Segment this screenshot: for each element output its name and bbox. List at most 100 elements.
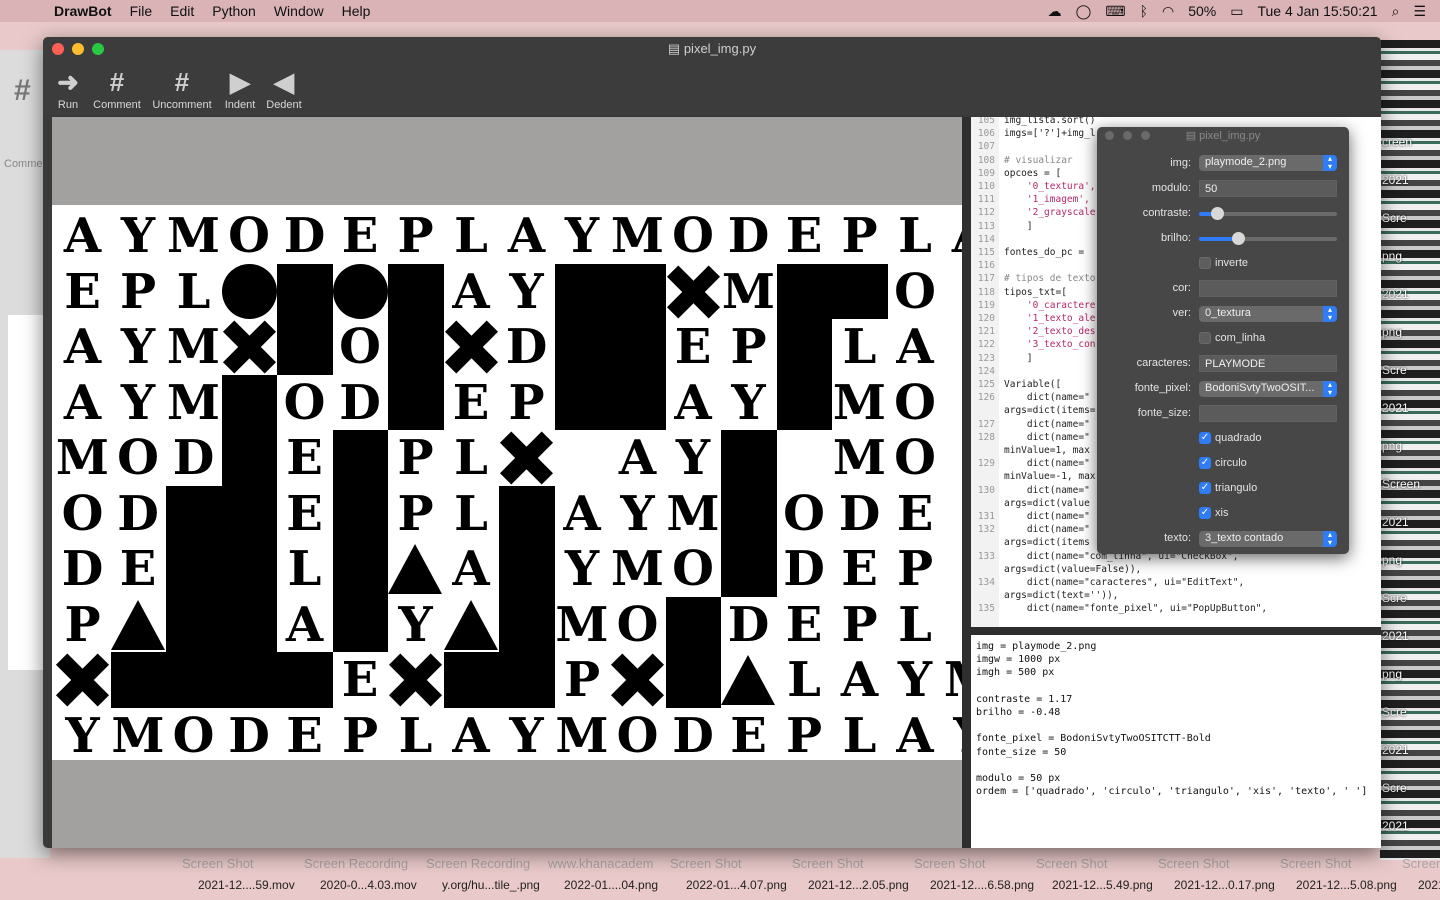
- texto-popup[interactable]: 3_texto contado ▴ ▾: [1199, 531, 1337, 547]
- img-label: img:: [1170, 157, 1191, 169]
- brilho-slider[interactable]: [1199, 232, 1337, 245]
- desktop-file[interactable]: 2022-01....04.png: [564, 878, 658, 892]
- dedent-button[interactable]: ◀ Dedent: [249, 65, 319, 111]
- desktop-thumbnail-stack[interactable]: creen 2021 Scre png 2021 png Scre 2021 png Screen…: [1380, 40, 1440, 860]
- art-letter: O: [894, 263, 936, 320]
- menu-file[interactable]: File: [130, 3, 153, 19]
- line-number: 125: [977, 379, 995, 390]
- desktop-file[interactable]: 2021: [1418, 878, 1440, 892]
- code-line: dict(name=": [1004, 418, 1090, 430]
- cor-field[interactable]: [1199, 280, 1337, 297]
- triangulo-checkbox[interactable]: ✓: [1199, 482, 1211, 494]
- code-line: '0_caractere: [1004, 299, 1096, 311]
- fonte-size-field[interactable]: [1199, 405, 1337, 422]
- desktop-file[interactable]: 2021-12...5.08.png: [1296, 878, 1397, 892]
- desktop-file-ghost: Screen Shot: [670, 856, 742, 871]
- drawing-canvas[interactable]: AYMODEPLAYMODEPLAEPLAYMOAYMODEPLAAYMODEP…: [52, 117, 962, 848]
- desktop-file-ghost: Screen Shot: [1036, 856, 1108, 871]
- menu-python[interactable]: Python: [212, 3, 256, 19]
- menu-window[interactable]: Window: [274, 3, 324, 19]
- window-title: ▤ pixel_img.py: [43, 41, 1381, 57]
- art-square: [221, 374, 277, 486]
- art-letter: O: [672, 208, 714, 264]
- desktop-file[interactable]: y.org/hu...tile_.png: [442, 878, 540, 892]
- caracteres-field[interactable]: PLAYMODE: [1199, 355, 1337, 372]
- art-letter: L: [454, 430, 488, 486]
- desktop-file[interactable]: 2021-12...0.17.png: [1174, 878, 1275, 892]
- art-letter: Y: [65, 707, 100, 761]
- contraste-slider-knob[interactable]: [1210, 207, 1224, 220]
- brilho-slider-knob[interactable]: [1231, 232, 1245, 245]
- line-number: 132: [977, 524, 995, 536]
- spotlight-icon[interactable]: ⌕: [1392, 3, 1400, 20]
- circulo-checkbox[interactable]: ✓: [1199, 457, 1211, 469]
- desktop-file[interactable]: 2021-12...2.05.png: [808, 878, 909, 892]
- line-number: 105: [977, 117, 995, 126]
- output-line: brilho = -0.48: [976, 707, 1061, 718]
- battery-icon[interactable]: ▭: [1230, 3, 1243, 20]
- art-letter: O: [894, 374, 936, 431]
- xis-checkbox[interactable]: ✓: [1199, 507, 1211, 519]
- title-bar[interactable]: ▤ pixel_img.py ➜ Run # Comment # Uncomme…: [43, 37, 1381, 115]
- output-console[interactable]: img = playmode_2.png imgw = 1000 px imgh =…: [971, 635, 1381, 848]
- bluetooth-icon[interactable]: ᛒ: [1140, 3, 1148, 19]
- line-number: 107: [977, 141, 995, 153]
- line-number: 119: [977, 299, 995, 311]
- comment-button[interactable]: # Comment: [82, 65, 152, 111]
- art-square: [332, 430, 388, 652]
- art-letter: O: [894, 430, 936, 486]
- quadrado-checkbox[interactable]: ✓: [1199, 432, 1211, 444]
- creative-cloud-icon[interactable]: ☁: [1048, 3, 1062, 20]
- art-square: [776, 263, 888, 319]
- circle-status-icon[interactable]: ◯: [1076, 3, 1092, 20]
- code-line: '3_texto_con: [1004, 339, 1096, 351]
- art-letter: Y: [731, 374, 766, 431]
- menu-help[interactable]: Help: [342, 3, 371, 19]
- cor-label: cor:: [1172, 282, 1191, 294]
- texto-popup-value: 3_texto contado: [1205, 532, 1284, 544]
- contraste-slider[interactable]: [1199, 207, 1337, 220]
- img-popup[interactable]: playmode_2.png ▴ ▾: [1199, 155, 1337, 171]
- desktop-file[interactable]: 2021-12...5.49.png: [1052, 878, 1153, 892]
- battery-percent[interactable]: 50%: [1188, 3, 1216, 19]
- img-popup-value: playmode_2.png: [1205, 156, 1287, 168]
- com-linha-checkbox[interactable]: [1199, 332, 1211, 344]
- wifi-icon[interactable]: ◠: [1162, 3, 1174, 20]
- desktop-file[interactable]: 2021-12....6.58.png: [930, 878, 1034, 892]
- horizontal-splitter[interactable]: [971, 627, 1381, 635]
- art-letter: E: [785, 596, 823, 653]
- line-number: 124: [977, 365, 995, 377]
- art-letter: Y: [120, 208, 156, 264]
- modulo-field[interactable]: 50: [1199, 180, 1337, 197]
- line-number: 126: [977, 392, 995, 404]
- art-letter: A: [563, 485, 601, 542]
- menu-edit[interactable]: Edit: [170, 3, 194, 19]
- thumbnail-label: 2021: [1382, 515, 1409, 529]
- keyboard-icon[interactable]: ⌨: [1105, 3, 1125, 20]
- clock[interactable]: Tue 4 Jan 15:50:21: [1257, 3, 1377, 19]
- art-letter: D: [283, 208, 326, 264]
- ver-popup-value: 0_textura: [1205, 307, 1251, 319]
- desktop-file-ghost: Screen Shot: [914, 856, 986, 871]
- fonte-pixel-label: fonte_pixel:: [1134, 382, 1191, 394]
- desktop-file[interactable]: 2020-0...4.03.mov: [320, 878, 417, 892]
- desktop-file[interactable]: 2021-12....59.mov: [198, 878, 295, 892]
- menu-app-name[interactable]: DrawBot: [54, 3, 112, 19]
- ver-popup[interactable]: 0_textura ▴ ▾: [1199, 306, 1337, 322]
- desktop-file[interactable]: 2022-01...4.07.png: [686, 878, 787, 892]
- art-letter: D: [672, 707, 714, 761]
- code-line: dict(name=": [1004, 484, 1090, 496]
- code-line: dict(name=": [1004, 511, 1090, 522]
- fonte-pixel-popup[interactable]: BodoniSvtyTwoOSIT... ▴ ▾: [1199, 381, 1337, 397]
- brilho-label: brilho:: [1161, 232, 1191, 244]
- art-letter: M: [166, 208, 221, 264]
- code-line: args=dict(value=False)),: [1004, 563, 1142, 575]
- vertical-splitter[interactable]: [962, 117, 971, 848]
- art-letter: L: [787, 652, 821, 708]
- inverte-checkbox[interactable]: [1199, 257, 1211, 269]
- code-line: img_lista.sort(): [1004, 117, 1096, 126]
- art-letter: Y: [564, 208, 600, 264]
- fonte-pixel-popup-value: BodoniSvtyTwoOSIT...: [1205, 382, 1315, 394]
- line-number: 133: [977, 550, 995, 562]
- control-center-icon[interactable]: ☰: [1413, 3, 1426, 20]
